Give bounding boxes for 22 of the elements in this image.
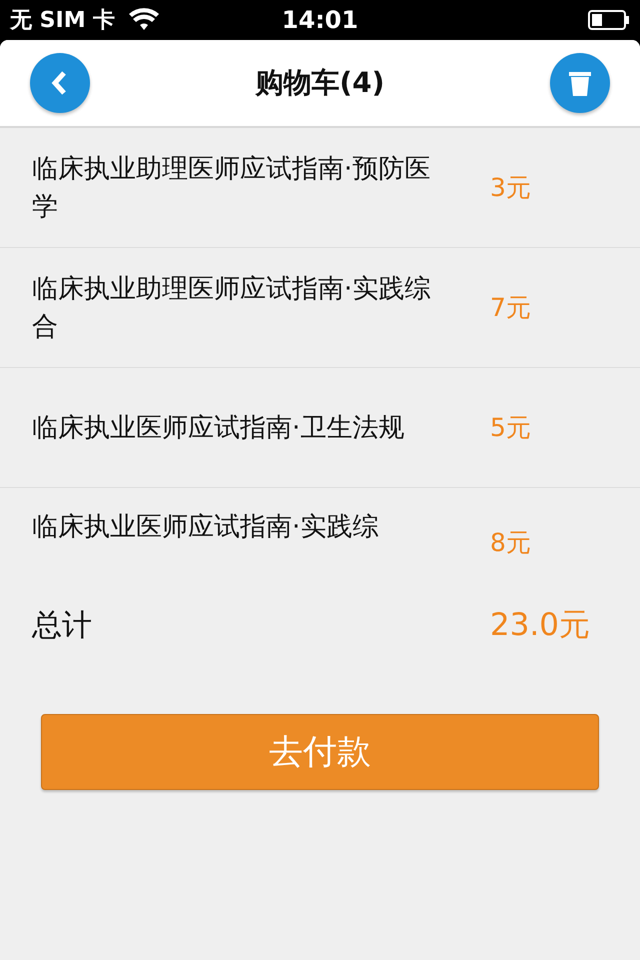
carrier-label: 无 SIM 卡 <box>10 7 116 35</box>
clock-time: 14:01 <box>282 6 358 34</box>
item-price: 5元 <box>490 412 531 444</box>
item-title: 临床执业医师应试指南·实践综 <box>32 511 380 544</box>
battery-icon <box>588 10 630 30</box>
trash-icon <box>568 69 592 97</box>
item-price: 7元 <box>490 292 531 324</box>
page-title: 购物车(4) <box>254 65 386 101</box>
item-price: 8元 <box>490 527 531 559</box>
cart-item[interactable]: 临床执业医师应试指南·卫生法规 5元 <box>0 368 640 488</box>
total-label: 总计 <box>32 606 93 644</box>
item-price: 3元 <box>490 172 531 204</box>
item-title: 临床执业医师应试指南·卫生法规 <box>32 412 406 444</box>
wifi-icon <box>129 8 160 32</box>
back-button[interactable] <box>30 53 90 113</box>
delete-button[interactable] <box>550 53 610 113</box>
item-title: 临床执业助理医师应试指南·预防医学 <box>32 152 432 224</box>
item-title: 临床执业助理医师应试指南·实践综合 <box>32 272 432 344</box>
cart-item[interactable]: 临床执业医师应试指南·实践综 8元 <box>0 488 640 560</box>
cart-item[interactable]: 临床执业助理医师应试指南·预防医学 3元 <box>0 128 640 248</box>
total-amount: 23.0元 <box>490 606 590 645</box>
cart-item[interactable]: 临床执业助理医师应试指南·实践综合 7元 <box>0 248 640 368</box>
